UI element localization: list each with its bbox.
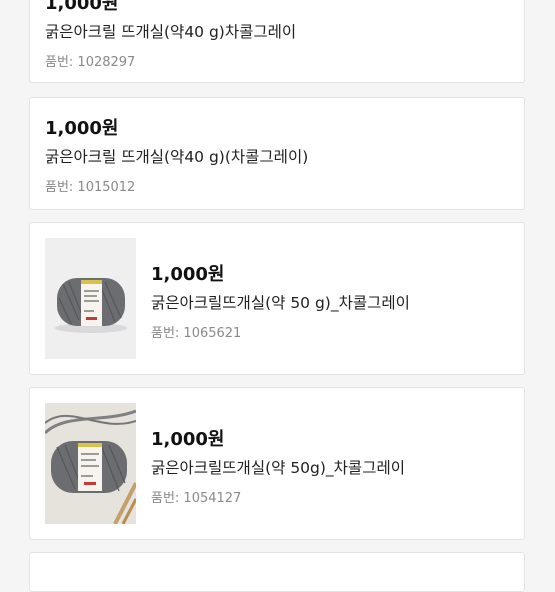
product-thumbnail[interactable] <box>45 403 136 524</box>
product-code: 품번: 1028297 <box>45 55 136 70</box>
product-name: 굵은아크릴 뜨개실(약40 g)(차콜그레이) <box>45 148 309 166</box>
product-price: 1,000원 <box>45 118 119 139</box>
product-code: 품번: 1015012 <box>45 180 136 195</box>
product-price: 1,000원 <box>151 264 225 285</box>
product-thumbnail[interactable] <box>45 238 136 359</box>
product-code: 품번: 1065621 <box>151 326 242 341</box>
product-name: 굵은아크릴뜨개실(약 50 g)_차콜그레이 <box>151 294 410 312</box>
product-name: 굵은아크릴뜨개실(약 50g)_차콜그레이 <box>151 459 405 477</box>
yarn-ball-image <box>45 403 136 524</box>
yarn-ball-image <box>45 238 136 359</box>
product-card[interactable]: 1,000원 굵은아크릴뜨개실(약 50 g)_차콜그레이 품번: 106562… <box>29 222 525 375</box>
product-card[interactable]: 1,000원 굵은아크릴 뜨개실(약40 g)(차콜그레이) 품번: 10150… <box>29 97 525 210</box>
product-card[interactable] <box>29 552 525 592</box>
product-name: 굵은아크릴 뜨개실(약40 g)차콜그레이 <box>45 23 297 41</box>
product-card[interactable]: 1,000원 굵은아크릴 뜨개실(약40 g)차콜그레이 품번: 1028297 <box>29 0 525 83</box>
product-card[interactable]: 1,000원 굵은아크릴뜨개실(약 50g)_차콜그레이 품번: 1054127 <box>29 387 525 540</box>
product-price: 1,000원 <box>151 429 225 450</box>
product-code: 품번: 1054127 <box>151 491 242 506</box>
product-price: 1,000원 <box>45 0 119 14</box>
